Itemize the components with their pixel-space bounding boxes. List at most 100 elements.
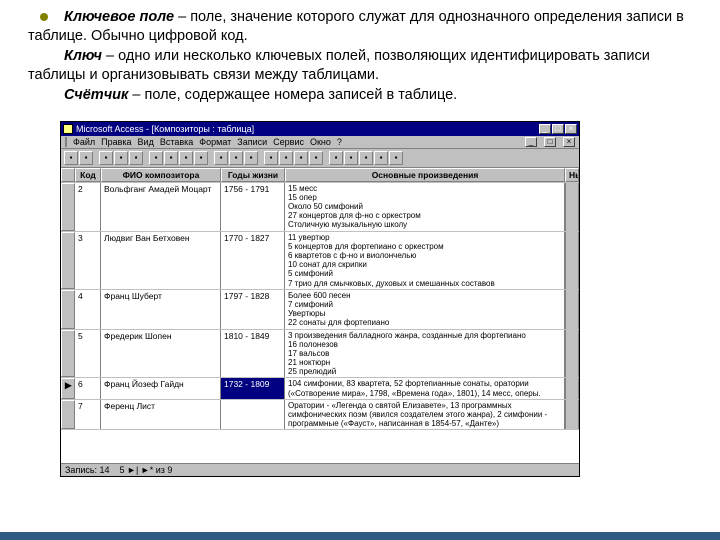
cell-code[interactable]: 5 [75, 330, 101, 378]
term-counter: Счётчик [64, 87, 128, 103]
grid-header: Код ФИО композитора Годы жизни Основные … [61, 168, 579, 183]
cell-code[interactable]: 7 [75, 400, 101, 430]
db-icon[interactable]: ▪ [359, 151, 373, 165]
scroll-gutter[interactable] [565, 378, 579, 398]
col-code[interactable]: Код [75, 168, 101, 182]
cell-name[interactable]: Франц Йозеф Гайдн [101, 378, 221, 398]
slide-accent [0, 532, 720, 540]
cell-name[interactable]: Франц Шуберт [101, 290, 221, 329]
cell-years[interactable] [221, 400, 285, 430]
row-selector[interactable] [61, 330, 75, 378]
goto-icon[interactable]: ▪ [309, 151, 323, 165]
preview-icon[interactable]: ▪ [114, 151, 128, 165]
help-icon[interactable]: ▪ [389, 151, 403, 165]
close-button[interactable]: × [565, 124, 577, 134]
table-row[interactable]: 3Людвиг Ван Бетховен1770 - 182711 увертю… [61, 232, 579, 290]
title-bar[interactable]: Microsoft Access - [Композиторы : таблиц… [61, 122, 579, 136]
menu-file[interactable]: Файл [73, 137, 95, 147]
new-icon[interactable]: ▪ [329, 151, 343, 165]
table-row[interactable]: 4Франц Шуберт1797 - 1828Более 600 песен … [61, 290, 579, 330]
cell-works[interactable]: Оратории - «Легенда о святой Елизавете»,… [285, 400, 565, 430]
row-selector-header[interactable] [61, 168, 75, 182]
cell-years[interactable]: 1810 - 1849 [221, 330, 285, 378]
delete-icon[interactable]: ▪ [344, 151, 358, 165]
menu-window[interactable]: Окно [310, 137, 331, 147]
table-row[interactable]: 7Ференц Лист Оратории - «Легенда о святой… [61, 400, 579, 431]
record-label: Запись: 14 [65, 465, 110, 475]
menu-tools[interactable]: Сервис [273, 137, 304, 147]
link-icon[interactable]: ▪ [214, 151, 228, 165]
status-bar: Запись: 14 5 ►| ►* из 9 [61, 463, 579, 476]
rel-icon[interactable]: ▪ [374, 151, 388, 165]
cell-name[interactable]: Людвиг Ван Бетховен [101, 232, 221, 289]
menu-format[interactable]: Формат [199, 137, 231, 147]
find-icon[interactable]: ▪ [294, 151, 308, 165]
menu-records[interactable]: Записи [237, 137, 267, 147]
term-key: Ключ [64, 48, 102, 64]
cell-name[interactable]: Вольфганг Амадей Моцарт [101, 183, 221, 231]
cell-works[interactable]: 11 увертюр 5 концертов для фортепиано с … [285, 232, 565, 289]
col-tail: Нь [565, 168, 579, 182]
paste-icon[interactable]: ▪ [179, 151, 193, 165]
filter-form-icon[interactable]: ▪ [279, 151, 293, 165]
row-selector[interactable]: ▶ [61, 378, 75, 398]
menu-bar: Файл Правка Вид Вставка Формат Записи Се… [61, 136, 579, 149]
copy-icon[interactable]: ▪ [164, 151, 178, 165]
mdi-min[interactable]: _ [525, 137, 537, 147]
col-years[interactable]: Годы жизни [221, 168, 285, 182]
scroll-gutter[interactable] [565, 290, 579, 329]
menu-insert[interactable]: Вставка [160, 137, 193, 147]
row-selector[interactable] [61, 290, 75, 329]
scroll-gutter[interactable] [565, 330, 579, 378]
sort-desc-icon[interactable]: ▪ [244, 151, 258, 165]
scroll-gutter[interactable] [565, 400, 579, 430]
print-icon[interactable]: ▪ [99, 151, 113, 165]
spell-icon[interactable]: ▪ [129, 151, 143, 165]
term-key-field: Ключевое поле [64, 9, 174, 25]
table-row[interactable]: ▶6Франц Йозеф Гайдн1732 - 1809104 симфон… [61, 378, 579, 399]
cell-years[interactable]: 1732 - 1809 [221, 378, 285, 398]
app-icon [63, 124, 73, 134]
cell-works[interactable]: Более 600 песен 7 симфоний Увертюры 22 с… [285, 290, 565, 329]
maximize-button[interactable]: □ [552, 124, 564, 134]
table-row[interactable]: 2Вольфганг Амадей Моцарт1756 - 179115 ме… [61, 183, 579, 232]
record-nav[interactable]: 5 ►| ►* из 9 [120, 465, 173, 475]
scroll-gutter[interactable] [565, 183, 579, 231]
cell-years[interactable]: 1770 - 1827 [221, 232, 285, 289]
mdi-max[interactable]: □ [544, 137, 556, 147]
cell-code[interactable]: 4 [75, 290, 101, 329]
sort-asc-icon[interactable]: ▪ [229, 151, 243, 165]
cell-works[interactable]: 104 симфонии, 83 квартета, 52 фортепианн… [285, 378, 565, 398]
cell-years[interactable]: 1756 - 1791 [221, 183, 285, 231]
cell-name[interactable]: Ференц Лист [101, 400, 221, 430]
window-title: Microsoft Access - [Композиторы : таблиц… [76, 124, 538, 134]
cell-name[interactable]: Фредерик Шопен [101, 330, 221, 378]
menu-view[interactable]: Вид [138, 137, 154, 147]
col-works[interactable]: Основные произведения [285, 168, 565, 182]
cell-code[interactable]: 3 [75, 232, 101, 289]
bullet-icon [40, 13, 48, 21]
filter-icon[interactable]: ▪ [264, 151, 278, 165]
menu-help[interactable]: ? [337, 137, 342, 147]
mdi-close[interactable]: × [563, 137, 575, 147]
scroll-gutter[interactable] [565, 232, 579, 289]
row-selector[interactable] [61, 183, 75, 231]
cell-code[interactable]: 6 [75, 378, 101, 398]
cell-works[interactable]: 15 месс 15 опер Около 50 симфоний 27 кон… [285, 183, 565, 231]
cell-works[interactable]: 3 произведения балладного жанра, созданн… [285, 330, 565, 378]
minimize-button[interactable]: _ [539, 124, 551, 134]
cell-years[interactable]: 1797 - 1828 [221, 290, 285, 329]
toolbar: ▪▪▪▪▪▪▪▪▪▪▪▪▪▪▪▪▪▪▪▪▪ [61, 149, 579, 168]
table-row[interactable]: 5Фредерик Шопен1810 - 18493 произведения… [61, 330, 579, 379]
save-icon[interactable]: ▪ [79, 151, 93, 165]
menu-edit[interactable]: Правка [101, 137, 131, 147]
cut-icon[interactable]: ▪ [149, 151, 163, 165]
row-selector[interactable] [61, 232, 75, 289]
undo-icon[interactable]: ▪ [194, 151, 208, 165]
cell-code[interactable]: 2 [75, 183, 101, 231]
mdi-icon [65, 137, 67, 147]
grid-icon[interactable]: ▪ [64, 151, 78, 165]
row-selector[interactable] [61, 400, 75, 430]
grid-body: 2Вольфганг Амадей Моцарт1756 - 179115 ме… [61, 183, 579, 463]
col-name[interactable]: ФИО композитора [101, 168, 221, 182]
